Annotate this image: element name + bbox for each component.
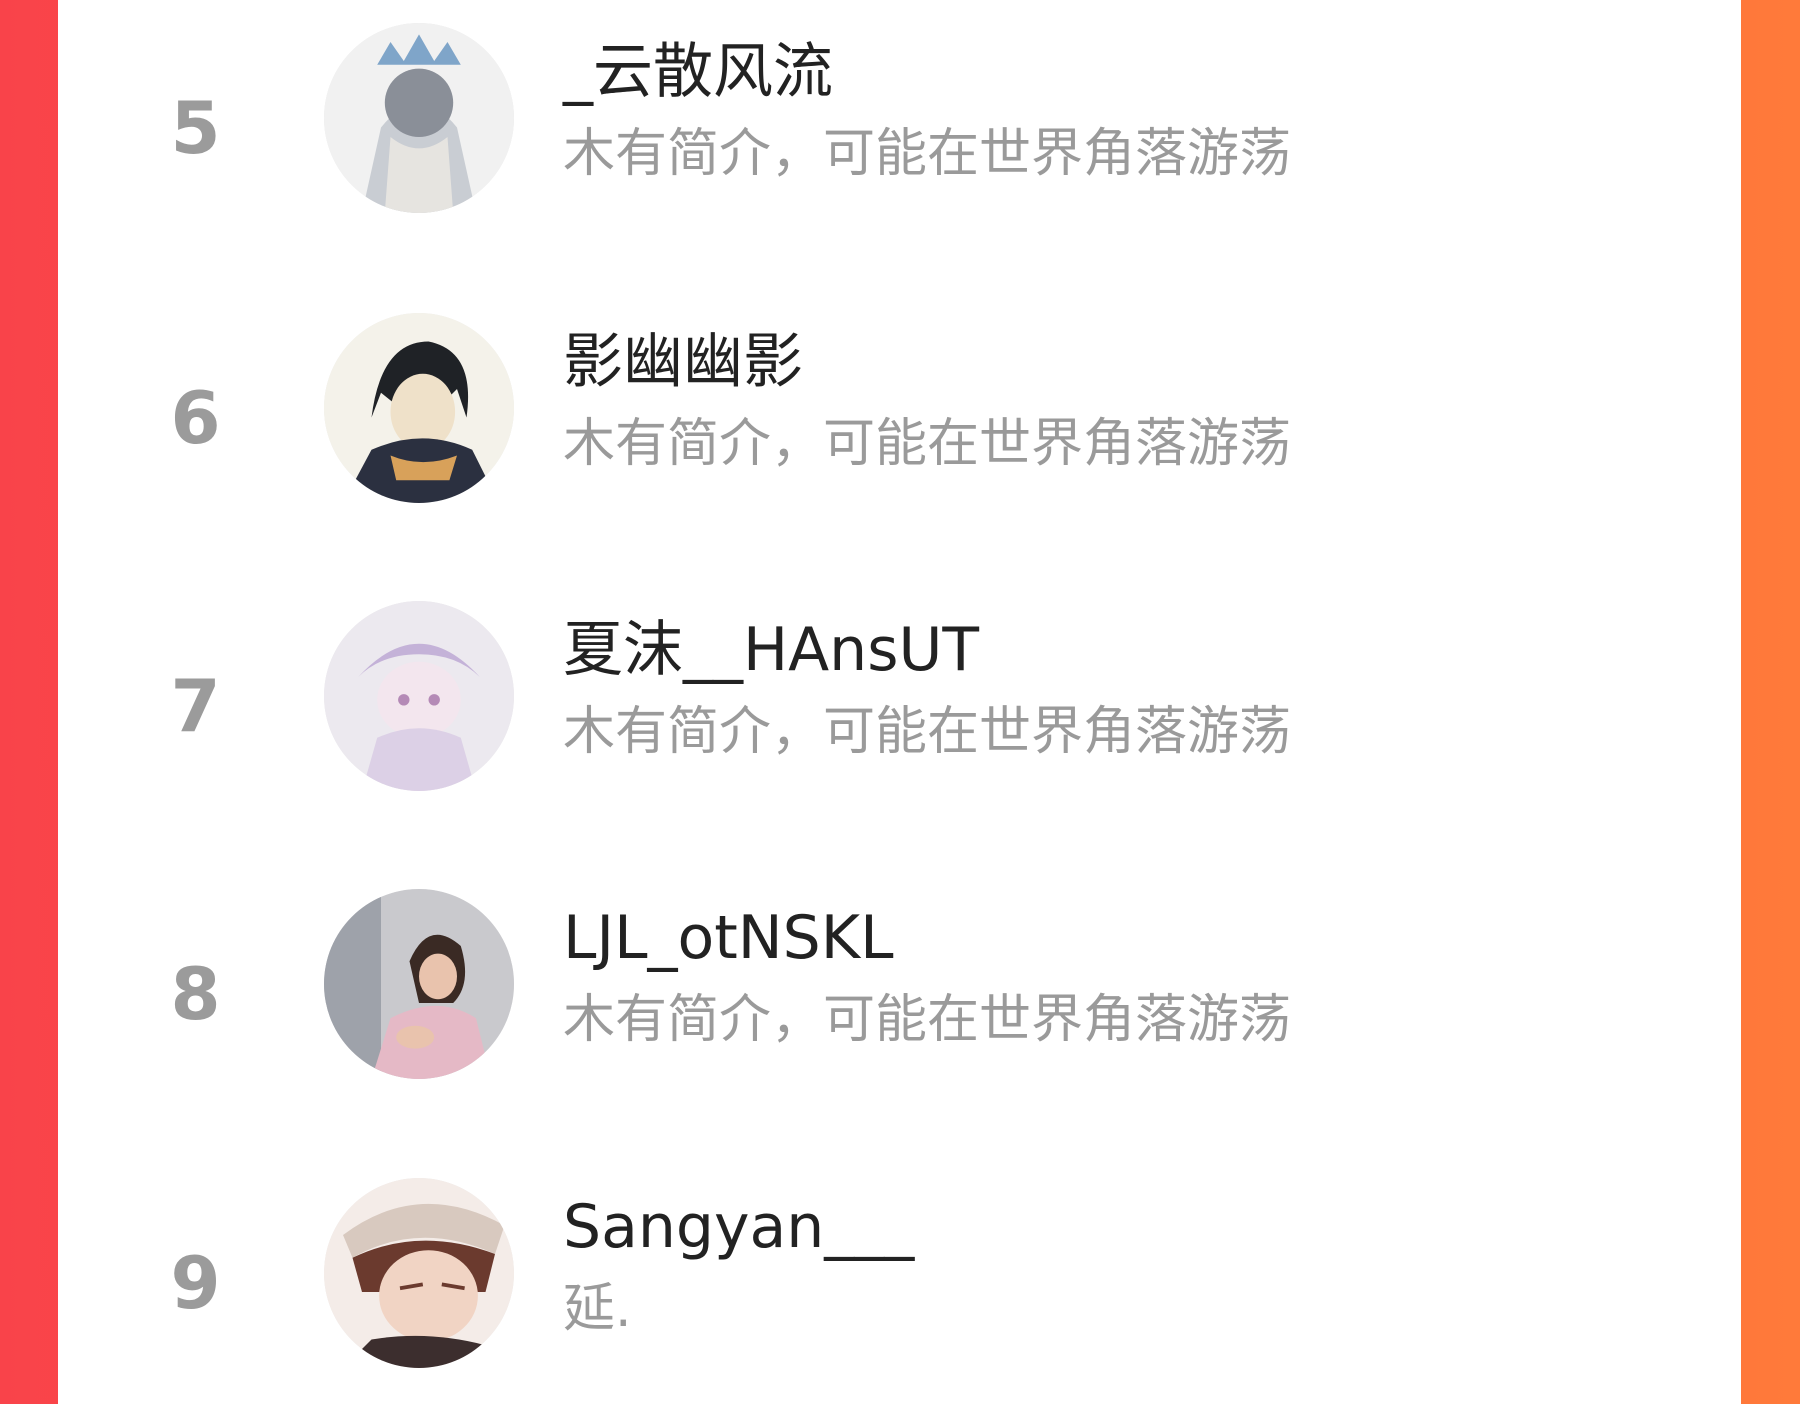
- photo-avatar-icon: [324, 889, 514, 1079]
- rank-number: 6: [170, 376, 221, 460]
- rank-number: 7: [170, 664, 221, 748]
- user-name[interactable]: LJL_otNSKL: [563, 908, 894, 968]
- ranking-row[interactable]: 9 Sangyan___ 延.: [58, 1155, 1741, 1395]
- user-name[interactable]: Sangyan___: [563, 1197, 914, 1257]
- anime-avatar-icon: [324, 23, 514, 213]
- user-bio: 木有简介，可能在世界角落游荡: [563, 990, 1292, 1050]
- rank-number: 8: [170, 952, 221, 1036]
- user-avatar-icon[interactable]: [324, 23, 514, 213]
- anime-avatar-icon: [324, 601, 514, 791]
- user-avatar-icon[interactable]: [324, 1178, 514, 1368]
- user-bio: 木有简介，可能在世界角落游荡: [563, 702, 1292, 762]
- user-bio: 木有简介，可能在世界角落游荡: [563, 124, 1292, 184]
- user-avatar-icon[interactable]: [324, 601, 514, 791]
- ranking-row[interactable]: 7 夏沫__HAnsUT 木有简介，可能在世界角落游荡: [58, 578, 1741, 818]
- user-avatar-icon[interactable]: [324, 313, 514, 503]
- user-bio: 延.: [563, 1279, 632, 1339]
- user-bio: 木有简介，可能在世界角落游荡: [563, 414, 1292, 474]
- user-avatar-icon[interactable]: [324, 889, 514, 1079]
- rank-number: 9: [170, 1241, 221, 1325]
- user-name[interactable]: 夏沫__HAnsUT: [563, 620, 979, 680]
- user-name[interactable]: _云散风流: [563, 42, 833, 102]
- ranking-row[interactable]: 5 _云散风流 木有简介，可能在世界角落游荡: [58, 0, 1741, 240]
- ranking-row[interactable]: 8 LJL_otNSKL 木有简介，可能在世界角落游荡: [58, 866, 1741, 1106]
- anime-avatar-icon: [324, 1178, 514, 1368]
- ranking-list-card: 5 _云散风流 木有简介，可能在世界角落游荡 6 影幽幽影 木有简介，可能在世界…: [58, 0, 1741, 1404]
- rank-number: 5: [170, 86, 221, 170]
- ranking-row[interactable]: 6 影幽幽影 木有简介，可能在世界角落游荡: [58, 290, 1741, 530]
- anime-avatar-icon: [324, 313, 514, 503]
- user-name[interactable]: 影幽幽影: [563, 332, 803, 392]
